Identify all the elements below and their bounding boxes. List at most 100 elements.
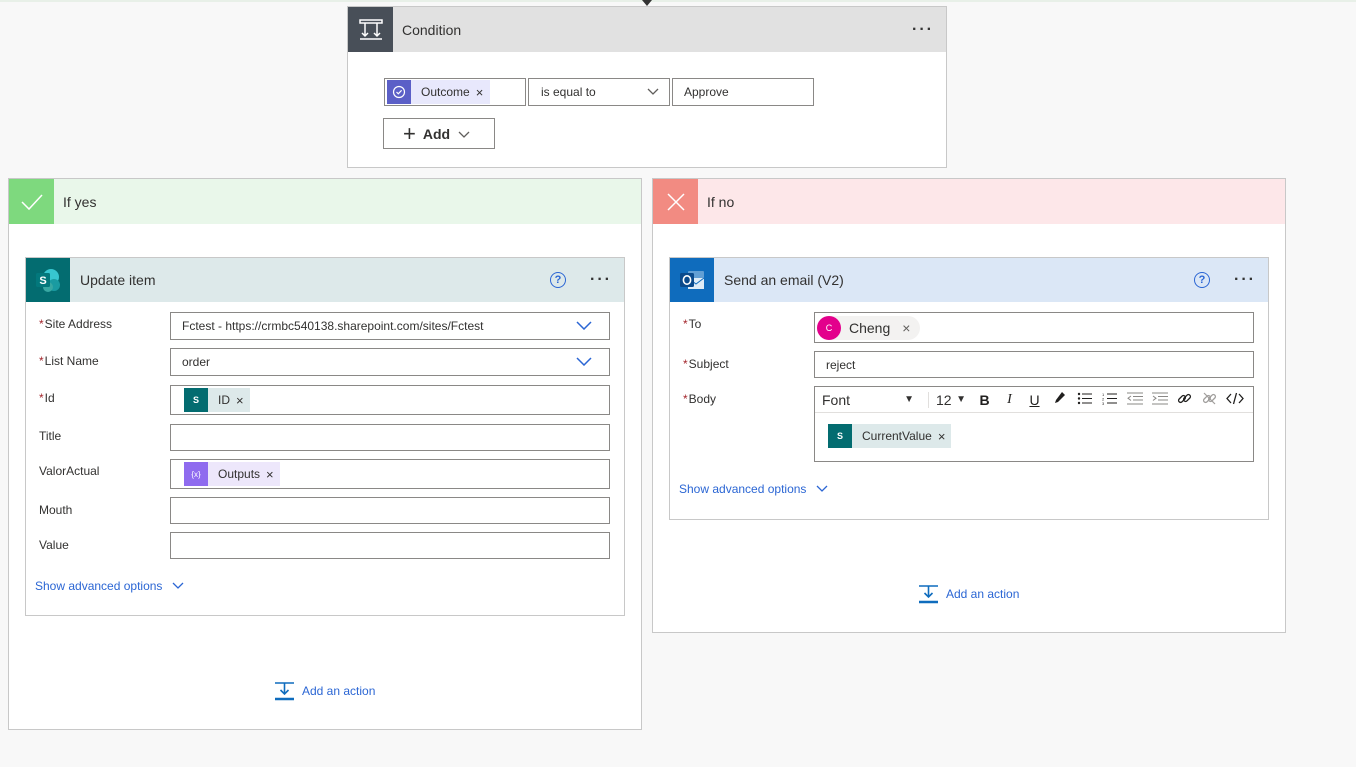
remove-token-icon[interactable]: × <box>938 429 952 444</box>
chevron-down-icon <box>647 85 659 99</box>
condition-right-operand-field[interactable]: Approve <box>672 78 814 106</box>
font-family-select[interactable]: Font ▼ <box>815 392 920 408</box>
add-an-action-label: Add an action <box>946 587 1020 601</box>
remove-token-icon[interactable]: × <box>236 393 250 408</box>
condition-right-operand-value: Approve <box>684 85 729 99</box>
add-action-icon <box>275 682 294 701</box>
condition-operator-value: is equal to <box>541 85 596 99</box>
plus-icon: + <box>403 120 416 146</box>
id-label: *Id <box>39 391 55 405</box>
title-label: Title <box>39 429 62 443</box>
italic-icon[interactable]: I <box>997 392 1022 408</box>
title-field[interactable] <box>170 424 610 451</box>
outputs-token-label: Outputs <box>218 467 261 481</box>
site-address-select[interactable]: Fctest - https://crmbc540138.sharepoint.… <box>170 312 610 340</box>
approvals-icon <box>387 80 411 104</box>
help-icon[interactable]: ? <box>1194 272 1211 288</box>
increase-indent-icon[interactable] <box>1147 392 1172 408</box>
body-editor[interactable]: Font ▼ 12 ▼ B I U 123 S CurrentValue × <box>814 386 1254 462</box>
checkmark-icon <box>9 179 54 224</box>
id-token-label: ID <box>218 393 230 407</box>
show-advanced-options-link[interactable]: Show advanced options <box>679 482 828 496</box>
valor-actual-label: ValorActual <box>39 464 100 478</box>
chevron-down-icon <box>458 126 470 142</box>
recipient-chip[interactable]: C Cheng × <box>817 315 921 340</box>
chevron-down-icon <box>576 355 592 369</box>
unlink-icon[interactable] <box>1197 391 1222 409</box>
caret-down-icon: ▼ <box>904 394 914 405</box>
add-action-icon <box>919 585 938 604</box>
condition-card: Condition ··· Outcome × is equal to Appr… <box>347 6 947 168</box>
body-label: *Body <box>683 392 717 406</box>
id-field[interactable]: S ID × <box>170 385 610 415</box>
code-view-icon[interactable] <box>1222 392 1247 408</box>
remove-recipient-icon[interactable]: × <box>902 320 910 336</box>
if-yes-branch: If yes S Update item ? ··· *Site Address… <box>8 178 642 730</box>
subject-label: *Subject <box>683 357 729 371</box>
condition-menu-icon[interactable]: ··· <box>912 21 934 39</box>
update-item-title: Update item <box>80 272 156 288</box>
show-advanced-options-link[interactable]: Show advanced options <box>35 579 184 593</box>
remove-token-icon[interactable]: × <box>266 467 280 482</box>
condition-row: Outcome × is equal to Approve <box>384 78 814 106</box>
condition-left-operand-field[interactable]: Outcome × <box>384 78 526 106</box>
if-no-header: If no <box>653 179 1285 224</box>
current-value-token-label: CurrentValue <box>862 429 932 443</box>
font-size-select[interactable]: 12 ▼ <box>928 391 972 408</box>
if-no-branch: If no Send an email (V2) ? ··· *To C Che <box>652 178 1286 633</box>
add-condition-label: Add <box>422 125 451 142</box>
send-email-title: Send an email (V2) <box>724 272 844 288</box>
update-item-header[interactable]: S Update item ? ··· <box>26 258 624 302</box>
condition-operator-select[interactable]: is equal to <box>528 78 670 106</box>
link-icon[interactable] <box>1172 391 1197 409</box>
chevron-down-icon <box>576 319 592 333</box>
highlight-icon[interactable] <box>1047 391 1072 408</box>
caret-down-icon: ▼ <box>956 394 966 405</box>
value-label: Value <box>39 538 69 552</box>
condition-icon <box>348 7 393 52</box>
bulleted-list-icon[interactable] <box>1072 392 1097 408</box>
sharepoint-icon: S <box>26 258 70 302</box>
bold-icon[interactable]: B <box>972 392 997 408</box>
add-condition-button[interactable]: + Add <box>383 118 495 149</box>
svg-text:S: S <box>39 275 46 287</box>
to-field[interactable]: C Cheng × <box>814 312 1254 343</box>
mouth-label: Mouth <box>39 503 73 517</box>
outcome-token[interactable]: Outcome × <box>387 80 491 104</box>
send-email-header[interactable]: Send an email (V2) ? ··· <box>670 258 1268 302</box>
recipient-name: Cheng <box>849 319 891 336</box>
add-an-action-label: Add an action <box>302 684 376 698</box>
list-name-value: order <box>182 355 211 369</box>
add-an-action-button[interactable]: Add an action <box>274 681 375 701</box>
canvas-top-line <box>0 0 1356 2</box>
outcome-token-label: Outcome <box>421 85 470 99</box>
outlook-icon <box>670 258 714 302</box>
id-token[interactable]: S ID × <box>184 388 250 412</box>
list-name-select[interactable]: order <box>170 348 610 376</box>
help-icon[interactable]: ? <box>550 272 567 288</box>
send-email-menu-icon[interactable]: ··· <box>1234 271 1256 289</box>
subject-field[interactable]: reject <box>814 351 1254 378</box>
if-no-title: If no <box>707 193 735 210</box>
body-content[interactable]: S CurrentValue × <box>815 413 1253 448</box>
subject-value: reject <box>826 357 856 372</box>
close-icon <box>653 179 698 224</box>
decrease-indent-icon[interactable] <box>1122 392 1147 408</box>
update-item-menu-icon[interactable]: ··· <box>590 271 612 289</box>
current-value-token[interactable]: S CurrentValue × <box>828 424 952 448</box>
remove-token-icon[interactable]: × <box>476 85 491 100</box>
numbered-list-icon[interactable]: 123 <box>1097 392 1122 408</box>
list-name-label: *List Name <box>39 354 99 368</box>
mouth-field[interactable] <box>170 497 610 524</box>
update-item-card: S Update item ? ··· *Site Address Fctest… <box>25 257 625 616</box>
if-yes-title: If yes <box>63 193 97 210</box>
valor-actual-field[interactable]: {x} Outputs × <box>170 459 610 489</box>
to-label: *To <box>683 317 702 331</box>
outputs-token[interactable]: {x} Outputs × <box>184 462 280 486</box>
add-an-action-button[interactable]: Add an action <box>918 584 1019 604</box>
underline-icon[interactable]: U <box>1022 392 1047 408</box>
condition-title: Condition <box>402 21 462 38</box>
chevron-down-icon <box>816 482 828 496</box>
value-field[interactable] <box>170 532 610 559</box>
condition-header[interactable]: Condition ··· <box>348 7 946 52</box>
